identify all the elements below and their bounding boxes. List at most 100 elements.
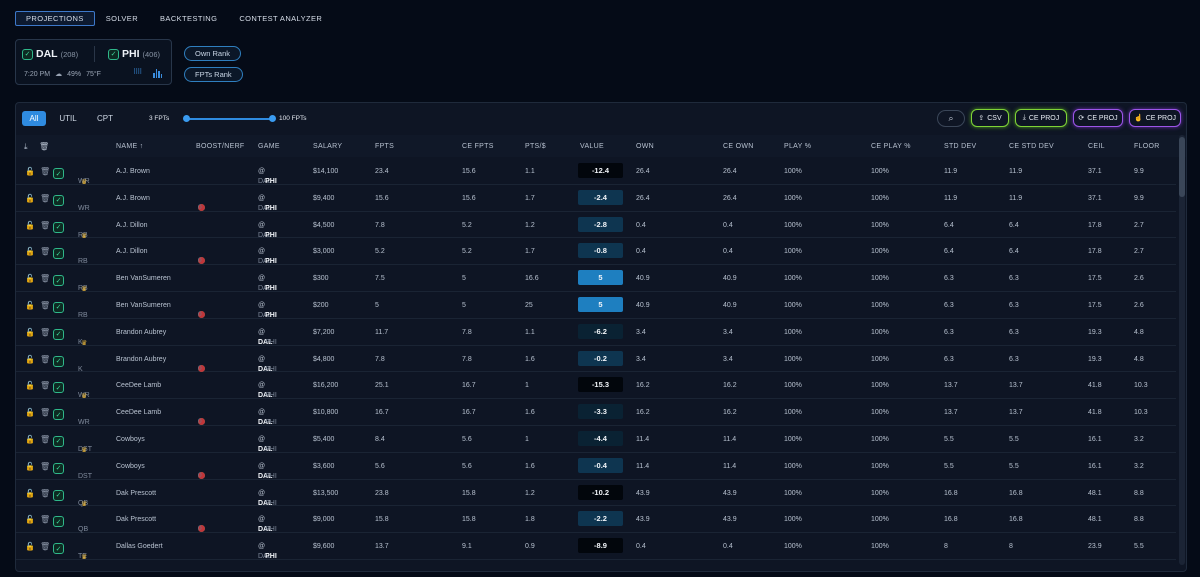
play-pct[interactable]: 100% — [784, 382, 802, 389]
fpts[interactable]: 8.4 — [375, 436, 385, 443]
ceil[interactable]: 41.8 — [1088, 409, 1102, 416]
trash-icon[interactable]: 🗑 — [40, 301, 50, 310]
ceil[interactable]: 48.1 — [1088, 490, 1102, 497]
floor[interactable]: 2.7 — [1134, 248, 1144, 255]
floor[interactable]: 5.5 — [1134, 543, 1144, 550]
lock-icon[interactable]: 🔓 — [25, 489, 35, 498]
fpts[interactable]: 7.5 — [375, 275, 385, 282]
own[interactable]: 0.4 — [636, 248, 646, 255]
col-ce-play[interactable]: CE PLAY % — [871, 143, 911, 150]
own[interactable]: 16.2 — [636, 382, 650, 389]
fpts[interactable]: 5.2 — [375, 248, 385, 255]
std-dev[interactable]: 8 — [944, 543, 948, 550]
floor[interactable]: 10.3 — [1134, 382, 1148, 389]
col-ceil[interactable]: CEIL — [1088, 143, 1105, 150]
trash-icon[interactable]: 🗑 — [40, 381, 50, 390]
slider-max-handle[interactable] — [269, 115, 276, 122]
play-pct[interactable]: 100% — [784, 275, 802, 282]
fpts[interactable]: 16.7 — [375, 409, 389, 416]
std-dev[interactable]: 6.3 — [944, 302, 954, 309]
fpts[interactable]: 25.1 — [375, 382, 389, 389]
fpts[interactable]: 11.7 — [375, 329, 388, 336]
trash-icon[interactable]: 🗑 — [40, 194, 50, 203]
own[interactable]: 43.9 — [636, 516, 650, 523]
floor[interactable]: 3.2 — [1134, 463, 1144, 470]
floor[interactable]: 8.8 — [1134, 490, 1144, 497]
floor[interactable]: 9.9 — [1134, 168, 1144, 175]
fpts[interactable]: 7.8 — [375, 222, 385, 229]
fpts[interactable]: 15.8 — [375, 516, 389, 523]
std-dev[interactable]: 6.3 — [944, 329, 954, 336]
tab-solver[interactable]: SOLVER — [95, 11, 149, 26]
col-floor[interactable]: FLOOR — [1134, 143, 1160, 150]
ce-proj-upload-button[interactable]: ☝ CE PROJ — [1129, 109, 1181, 127]
trash-all-icon[interactable]: 🗑 — [39, 142, 49, 151]
play-pct[interactable]: 100% — [784, 248, 802, 255]
table-row[interactable]: 🔓 🗑 ✓ WR ♛ A.J. Brown DAL @ PHI $14,100 23.4 15.6… — [16, 158, 1176, 186]
dot-grid-icon[interactable]: ⠿⠿ — [133, 68, 142, 76]
select-checkbox[interactable]: ✓ — [53, 543, 64, 555]
lock-icon[interactable]: 🔓 — [25, 301, 35, 310]
play-pct[interactable]: 100% — [784, 222, 802, 229]
col-ce-own[interactable]: CE OWN — [723, 143, 754, 150]
trash-icon[interactable]: 🗑 — [40, 247, 50, 256]
own[interactable]: 26.4 — [636, 168, 650, 175]
fpts[interactable]: 13.7 — [375, 543, 389, 550]
ceil[interactable]: 19.3 — [1088, 329, 1102, 336]
std-dev[interactable]: 6.4 — [944, 222, 954, 229]
select-checkbox[interactable]: ✓ — [53, 248, 64, 260]
col-name[interactable]: NAME ↑ — [116, 143, 143, 150]
filter-all[interactable]: All — [22, 111, 46, 126]
ce-proj-download-button[interactable]: ⤓ CE PROJ — [1015, 109, 1067, 127]
own[interactable]: 0.4 — [636, 222, 646, 229]
fpts[interactable]: 23.8 — [375, 490, 389, 497]
own[interactable]: 16.2 — [636, 409, 650, 416]
ceil[interactable]: 41.8 — [1088, 382, 1102, 389]
lock-icon[interactable]: 🔓 — [25, 247, 35, 256]
own-rank-button[interactable]: Own Rank — [184, 46, 242, 61]
ceil[interactable]: 17.8 — [1088, 248, 1102, 255]
select-checkbox[interactable]: ✓ — [53, 489, 64, 501]
play-pct[interactable]: 100% — [784, 543, 802, 550]
filter-cpt[interactable]: CPT — [96, 111, 114, 126]
table-row[interactable]: 🔓🗑✓KBrandon Aubrey00DAL @ PHI$4,8007.87.… — [16, 346, 1176, 373]
csv-button[interactable]: ⇪ CSV — [971, 109, 1009, 127]
col-ce-fpts[interactable]: CE FPTS — [462, 143, 494, 150]
table-row[interactable]: 🔓 🗑 ✓ WR ♛ CeeDee Lamb DAL @ PHI $16,200 25.1 16.… — [16, 372, 1176, 400]
play-pct[interactable]: 100% — [784, 463, 802, 470]
game-card[interactable]: ✓ DAL (208) ✓ PHI (406) 7:20 PM ☁ 49% 75… — [15, 39, 172, 85]
table-row[interactable]: 🔓 🗑 ✓ TE ♛ Dallas Goedert DAL @ PHI $9,600 13.7 9… — [16, 533, 1176, 561]
select-checkbox[interactable]: ✓ — [53, 301, 64, 313]
download-all-icon[interactable]: ⤓ — [24, 142, 28, 152]
std-dev[interactable]: 13.7 — [944, 409, 958, 416]
trash-icon[interactable]: 🗑 — [40, 355, 50, 364]
std-dev[interactable]: 6.4 — [944, 248, 954, 255]
std-dev[interactable]: 6.3 — [944, 275, 954, 282]
std-dev[interactable]: 6.3 — [944, 356, 954, 363]
lock-icon[interactable]: 🔓 — [25, 435, 35, 444]
floor[interactable]: 4.8 — [1134, 329, 1144, 336]
lock-icon[interactable]: 🔓 — [25, 408, 35, 417]
checkbox-icon[interactable]: ✓ — [22, 48, 33, 60]
team-dal[interactable]: ✓ DAL (208) — [22, 48, 78, 60]
own[interactable]: 3.4 — [636, 329, 646, 336]
slider-min-handle[interactable] — [183, 115, 190, 122]
std-dev[interactable]: 13.7 — [944, 382, 958, 389]
own[interactable]: 40.9 — [636, 275, 650, 282]
std-dev[interactable]: 11.9 — [944, 168, 957, 175]
std-dev[interactable]: 16.8 — [944, 516, 958, 523]
table-row[interactable]: 🔓🗑✓WRCeeDee Lamb00DAL @ PHI$10,80016.716… — [16, 399, 1176, 426]
lock-icon[interactable]: 🔓 — [25, 274, 35, 283]
select-checkbox[interactable]: ✓ — [53, 221, 64, 233]
trash-icon[interactable]: 🗑 — [40, 274, 50, 283]
table-row[interactable]: 🔓🗑✓QBDak Prescott00DAL @ PHI$9,00015.815… — [16, 506, 1176, 533]
team-phi[interactable]: ✓ PHI (406) — [108, 48, 160, 60]
select-checkbox[interactable]: ✓ — [53, 462, 64, 474]
select-checkbox[interactable]: ✓ — [53, 275, 64, 287]
floor[interactable]: 4.8 — [1134, 356, 1144, 363]
filter-util[interactable]: UTIL — [59, 111, 77, 126]
select-checkbox[interactable]: ✓ — [53, 409, 64, 421]
table-row[interactable]: 🔓 🗑 ✓ RB ♛ Ben VanSumeren DAL @ PHI $300 7.5 5 16.… — [16, 265, 1176, 293]
fpts[interactable]: 5.6 — [375, 463, 385, 470]
select-checkbox[interactable]: ✓ — [53, 435, 64, 447]
